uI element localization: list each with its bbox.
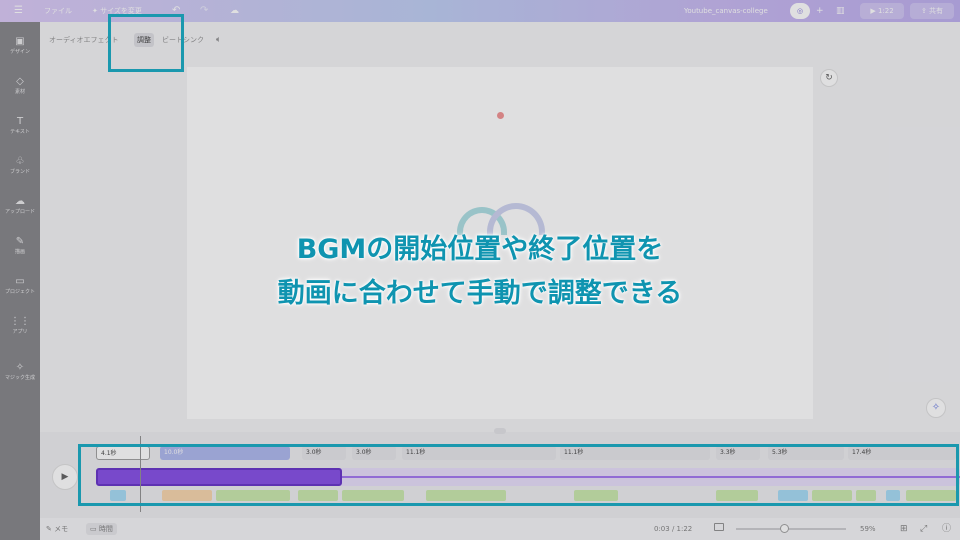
sidebar-item-design[interactable]: ▣ デザイン <box>0 36 40 56</box>
sidebar-item-label: ブランド <box>9 169 30 175</box>
audio-clip-chip[interactable] <box>216 490 290 501</box>
caption-line: 動画に合わせて手動で調整できる <box>277 278 683 309</box>
sidebar-item-label: アップロード <box>4 209 35 215</box>
volume-icon[interactable]: 🔈︎ <box>216 30 221 50</box>
sidebar-item-label: 描画 <box>14 249 25 255</box>
menu-icon[interactable]: ☰ <box>14 0 23 22</box>
bottom-bar: ✎ メモ ▭ 時間 0:03 / 1:22 59% ⊞ ⤢ ⓘ <box>40 518 960 540</box>
redo-icon[interactable]: ↷ <box>200 0 208 22</box>
document-title[interactable]: Youtube_canvas-college <box>684 0 768 22</box>
cloud-saved-icon[interactable]: ☁ <box>230 0 239 22</box>
audio-clip-chip[interactable] <box>886 490 900 501</box>
scene-clip[interactable]: 11.1秒 <box>402 446 556 460</box>
play-preview-button[interactable]: ▶ 1:22 <box>860 3 904 19</box>
sidebar-item-text[interactable]: T テキスト <box>0 116 40 136</box>
sidebar-item-label: プロジェクト <box>4 289 35 295</box>
beat-sync-button[interactable]: ビートシンク <box>162 30 204 50</box>
audio-clip-chip[interactable] <box>778 490 808 501</box>
resize-button[interactable]: ✦ サイズを変更 <box>92 0 142 22</box>
fullscreen-icon[interactable]: ⤢ <box>920 518 927 540</box>
audio-clip-chip[interactable] <box>426 490 506 501</box>
scene-clip[interactable]: 10.0秒 <box>160 446 290 460</box>
refresh-icon[interactable]: ↻ <box>820 69 838 87</box>
app-window: ☰ ファイル ✦ サイズを変更 ↶ ↷ ☁ Youtube_canvas-col… <box>0 0 960 540</box>
scene-clip[interactable]: 3.0秒 <box>302 446 346 460</box>
scene-clip[interactable]: 3.0秒 <box>352 446 396 460</box>
sidebar-item-label: 素材 <box>14 89 25 95</box>
play-icon[interactable]: ▶ <box>52 464 78 490</box>
zoom-level[interactable]: 59% <box>860 518 876 540</box>
zoom-slider[interactable] <box>736 528 846 530</box>
notes-label: メモ <box>54 525 69 533</box>
tutorial-caption: BGMの開始位置や終了位置を 動画に合わせて手動で調整できる <box>160 228 800 316</box>
scene-clip[interactable]: 11.1秒 <box>560 446 710 460</box>
sidebar-item-upload[interactable]: ☁ アップロード <box>0 196 40 216</box>
file-menu[interactable]: ファイル <box>44 0 72 22</box>
avatar[interactable]: ◎ <box>790 3 810 19</box>
timeline-collapse-handle[interactable] <box>494 428 506 434</box>
scene-view-icon[interactable] <box>714 523 724 531</box>
magic-assistant-icon[interactable]: ✧ <box>926 398 946 418</box>
sidebar-item-apps[interactable]: ⋮⋮ アプリ <box>0 316 40 336</box>
audio-track[interactable] <box>96 468 960 486</box>
audio-waveform <box>342 476 960 478</box>
upload-icon: ☁ <box>15 196 25 207</box>
scene-clip[interactable]: 3.3秒 <box>716 446 760 460</box>
audio-clip-chip[interactable] <box>906 490 956 501</box>
magic-icon: ✧ <box>15 362 25 373</box>
design-icon: ▣ <box>15 36 25 47</box>
audio-clip-chip[interactable] <box>342 490 404 501</box>
scene-clip[interactable]: 4.1秒 <box>96 446 150 460</box>
share-button[interactable]: ⇪ 共有 <box>910 3 954 19</box>
sidebar-item-magic[interactable]: ✧ マジック生成 <box>0 362 40 382</box>
share-label: 共有 <box>929 7 944 15</box>
audio-clip-chip[interactable] <box>110 490 126 501</box>
sidebar-item-draw[interactable]: ✎ 描画 <box>0 236 40 256</box>
playhead[interactable] <box>140 436 141 512</box>
caption-line: BGMの開始位置や終了位置を <box>296 234 664 265</box>
help-icon[interactable]: ⓘ <box>942 518 951 540</box>
projects-icon: ▭ <box>15 276 25 287</box>
sidebar-item-label: デザイン <box>9 49 30 55</box>
sidebar-item-label: アプリ <box>12 329 28 335</box>
audio-clip-chip[interactable] <box>812 490 852 501</box>
bar-chart-icon[interactable]: ▥ <box>836 0 845 22</box>
timer-icon: ▭ <box>90 525 97 533</box>
scene-clip[interactable]: 5.3秒 <box>768 446 844 460</box>
elements-icon: ◇ <box>16 76 24 87</box>
resize-label: サイズを変更 <box>100 7 142 15</box>
timer-button[interactable]: ▭ 時間 <box>86 523 117 535</box>
notes-icon: ✎ <box>46 525 52 533</box>
undo-icon[interactable]: ↶ <box>172 0 180 22</box>
audio-clip-chip[interactable] <box>574 490 618 501</box>
play-duration: 1:22 <box>877 7 894 15</box>
scene-clip[interactable]: 17.4秒 <box>848 446 956 460</box>
left-sidebar: ▣ デザイン ◇ 素材 T テキスト ♧ ブランド ☁ アップロード ✎ 描画 ▭ プロジェク… <box>0 22 40 540</box>
add-collaborator-button[interactable]: + <box>816 0 824 22</box>
audio-clip-chip[interactable] <box>716 490 758 501</box>
audio-effects-button[interactable]: オーディオエフェクト <box>49 30 119 50</box>
grid-view-icon[interactable]: ⊞ <box>900 518 908 540</box>
timer-label: 時間 <box>98 525 113 533</box>
sidebar-item-label: テキスト <box>10 129 30 135</box>
zoom-slider-thumb[interactable] <box>780 524 789 533</box>
text-icon: T <box>16 116 24 127</box>
audio-clip-chip[interactable] <box>162 490 212 501</box>
sidebar-item-elements[interactable]: ◇ 素材 <box>0 76 40 96</box>
audio-clip-chip[interactable] <box>856 490 876 501</box>
brand-icon: ♧ <box>15 156 25 167</box>
audio-clip-chip[interactable] <box>298 490 338 501</box>
share-icon: ⇪ <box>920 7 927 15</box>
notes-button[interactable]: ✎ メモ <box>46 518 68 540</box>
sidebar-item-brand[interactable]: ♧ ブランド <box>0 156 40 176</box>
sidebar-item-label: マジック生成 <box>4 375 35 381</box>
canvas-dot-graphic <box>497 112 504 119</box>
audio-selected-region[interactable] <box>96 468 342 486</box>
draw-icon: ✎ <box>15 236 25 247</box>
apps-icon: ⋮⋮ <box>10 316 30 327</box>
top-bar: ☰ ファイル ✦ サイズを変更 ↶ ↷ ☁ Youtube_canvas-col… <box>0 0 960 22</box>
adjust-button[interactable]: 調整 <box>134 33 154 47</box>
time-readout: 0:03 / 1:22 <box>654 525 693 533</box>
sidebar-item-projects[interactable]: ▭ プロジェクト <box>0 276 40 296</box>
